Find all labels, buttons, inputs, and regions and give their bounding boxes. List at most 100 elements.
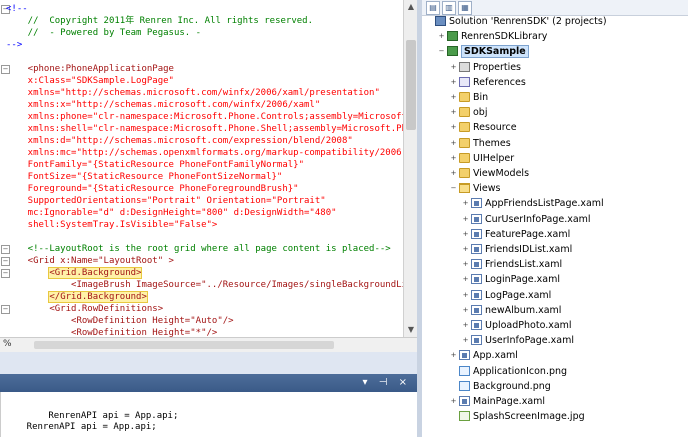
code-line[interactable]: // Copyright 2011年 Renren Inc. All right… — [6, 15, 313, 27]
code-editor[interactable]: − − − − − − <!-- // Copyright 2011年 Renren In… — [0, 0, 403, 337]
code-line[interactable]: <Grid.RowDefinitions> — [6, 303, 163, 315]
tree-item[interactable]: + newAlbum.xaml — [461, 303, 561, 318]
code-line[interactable]: <ImageBrush ImageSource="../Resource/Ima… — [6, 279, 403, 291]
expand-icon[interactable]: + — [461, 303, 470, 318]
tree-item[interactable]: + AppFriendsListPage.xaml — [461, 196, 604, 211]
tree-item[interactable]: + App.xaml — [449, 348, 518, 363]
code-line[interactable]: <RowDefinition Height="Auto"/> — [6, 315, 234, 327]
tree-item[interactable]: + Themes — [449, 136, 511, 151]
code-line[interactable]: <Grid.Background> — [6, 267, 143, 279]
output-panel[interactable]: RenrenAPI api = App.api; RenrenAPI api =… — [0, 392, 418, 437]
expand-icon[interactable]: + — [449, 348, 458, 363]
code-line[interactable]: xmlns="http://schemas.microsoft.com/winf… — [6, 87, 380, 99]
xaml-icon — [471, 274, 482, 285]
expand-icon[interactable]: + — [449, 120, 458, 135]
tree-item[interactable]: + UserInfoPage.xaml — [461, 333, 574, 348]
code-line[interactable]: --> — [6, 39, 22, 51]
tree-item[interactable]: − SDKSample — [437, 44, 529, 59]
tree-item-label: CurUserInfoPage.xaml — [485, 213, 591, 225]
code-line[interactable]: x:Class="SDKSample.LogPage" — [6, 75, 174, 87]
tree-item[interactable]: + UIHelper — [449, 151, 514, 166]
expand-icon[interactable]: + — [461, 272, 470, 287]
code-line[interactable]: xmlns:x="http://schemas.microsoft.com/wi… — [6, 99, 321, 111]
expand-icon[interactable]: + — [449, 151, 458, 166]
code-line[interactable]: FontFamily="{StaticResource PhoneFontFam… — [6, 159, 304, 171]
matched-tag-highlight[interactable]: </Grid.Background> — [48, 291, 148, 303]
tree-item[interactable]: Background.png — [449, 379, 551, 394]
code-line[interactable]: // - Powered by Team Pegasus. - — [6, 27, 201, 39]
properties-view-icon[interactable]: ▤ — [426, 1, 440, 15]
tree-item-label: Views — [473, 183, 501, 195]
code-line[interactable]: <!--LayoutRoot is the root grid where al… — [6, 243, 391, 255]
code-line[interactable]: SupportedOrientations="Portrait" Orienta… — [6, 195, 326, 207]
expand-icon[interactable]: + — [437, 29, 446, 44]
tree-item-label: RenrenSDKLibrary — [461, 31, 548, 43]
expand-icon[interactable]: + — [461, 333, 470, 348]
expand-icon[interactable]: + — [449, 105, 458, 120]
tree-item[interactable]: Solution 'RenrenSDK' (2 projects) — [425, 14, 607, 29]
expand-icon[interactable]: + — [449, 394, 458, 409]
proj-icon — [447, 46, 458, 57]
expand-icon[interactable]: + — [461, 227, 470, 242]
code-line[interactable]: xmlns:d="http://schemas.microsoft.com/ex… — [6, 135, 353, 147]
tree-item[interactable]: + Resource — [449, 120, 517, 135]
xaml-icon — [471, 335, 482, 346]
code-line[interactable]: <Grid x:Name="LayoutRoot" > — [6, 255, 174, 267]
refresh-icon[interactable]: ▦ — [458, 1, 472, 15]
tree-item[interactable]: + FriendsList.xaml — [461, 257, 562, 272]
code-line[interactable]: xmlns:shell="clr-namespace:Microsoft.Pho… — [6, 123, 403, 135]
tree-item[interactable]: + Properties — [449, 60, 521, 75]
tree-item[interactable]: + obj — [449, 105, 487, 120]
code-line[interactable]: <RowDefinition Height="*"/> — [6, 327, 217, 337]
scroll-up-icon[interactable]: ▲ — [404, 0, 418, 14]
code-line[interactable]: </Grid.Background> — [6, 291, 148, 303]
expand-icon[interactable]: + — [461, 242, 470, 257]
code-line[interactable]: xmlns:phone="clr-namespace:Microsoft.Pho… — [6, 111, 403, 123]
expand-icon[interactable]: + — [449, 136, 458, 151]
matched-tag-highlight[interactable]: <Grid.Background> — [48, 267, 143, 279]
code-line[interactable]: FontSize="{StaticResource PhoneFontSizeN… — [6, 171, 283, 183]
tree-item[interactable]: + LoginPage.xaml — [461, 272, 560, 287]
code-line[interactable]: Foreground="{StaticResource PhoneForegro… — [6, 183, 299, 195]
expand-icon[interactable]: + — [449, 166, 458, 181]
code-line[interactable]: <phone:PhoneApplicationPage — [6, 63, 174, 75]
tree-item[interactable]: + ViewModels — [449, 166, 529, 181]
editor-vertical-scrollbar[interactable]: ▲ ▼ — [403, 0, 418, 337]
panel-splitter[interactable] — [0, 352, 417, 374]
tree-item[interactable]: ApplicationIcon.png — [449, 364, 567, 379]
horizontal-scroll-thumb[interactable] — [34, 341, 334, 349]
show-all-files-icon[interactable]: ▥ — [442, 1, 456, 15]
expand-icon[interactable]: + — [461, 212, 470, 227]
panel-window-controls-icon[interactable]: ▾ ⊣ × — [363, 377, 411, 388]
expand-icon[interactable]: + — [449, 75, 458, 90]
tree-item[interactable]: + CurUserInfoPage.xaml — [461, 212, 591, 227]
collapse-icon[interactable]: − — [449, 181, 458, 196]
expand-icon[interactable]: + — [461, 196, 470, 211]
tree-item[interactable]: SplashScreenImage.jpg — [449, 409, 585, 424]
tree-item-label: App.xaml — [473, 350, 518, 362]
tree-item[interactable]: + RenrenSDKLibrary — [437, 29, 547, 44]
code-line[interactable]: shell:SystemTray.IsVisible="False"> — [6, 219, 218, 231]
expand-icon[interactable]: + — [461, 318, 470, 333]
tree-item[interactable]: + References — [449, 75, 526, 90]
code-line[interactable]: xmlns:mc="http://schemas.openxmlformats.… — [6, 147, 403, 159]
tree-item[interactable]: + LogPage.xaml — [461, 288, 551, 303]
expand-icon[interactable]: + — [449, 60, 458, 75]
expand-icon[interactable]: + — [449, 90, 458, 105]
tree-item[interactable]: + Bin — [449, 90, 488, 105]
code-line[interactable]: mc:Ignorable="d" d:DesignHeight="800" d:… — [6, 207, 337, 219]
tree-item[interactable]: + FriendsIDList.xaml — [461, 242, 572, 257]
tree-item[interactable]: − Views — [449, 181, 501, 196]
scroll-down-icon[interactable]: ▼ — [404, 323, 418, 337]
expand-icon[interactable]: + — [461, 257, 470, 272]
code-line[interactable]: <!-- — [6, 3, 28, 15]
zoom-level[interactable]: % — [3, 339, 12, 349]
tree-item[interactable]: + FeaturePage.xaml — [461, 227, 570, 242]
collapse-icon[interactable]: − — [437, 44, 446, 59]
tree-item[interactable]: + UploadPhoto.xaml — [461, 318, 572, 333]
folder-open-icon — [459, 183, 470, 194]
expand-icon[interactable]: + — [461, 288, 470, 303]
scroll-thumb[interactable] — [406, 40, 416, 130]
tree-item[interactable]: + MainPage.xaml — [449, 394, 545, 409]
